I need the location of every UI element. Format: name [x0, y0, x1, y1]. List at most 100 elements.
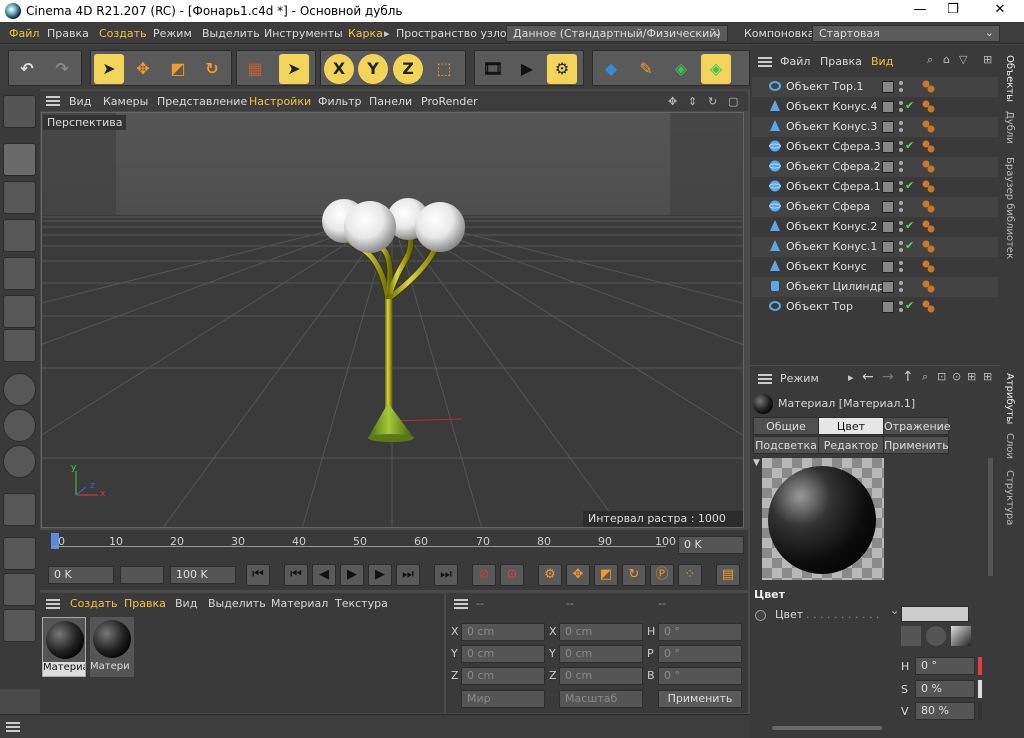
- workplane-icon[interactable]: [3, 537, 36, 570]
- subdivision-surface-icon[interactable]: ◈: [666, 54, 696, 84]
- go-to-end-icon[interactable]: ⏭: [434, 564, 458, 586]
- vp-menu-view[interactable]: Вид: [69, 95, 91, 108]
- material-tag-icon[interactable]: [922, 220, 936, 234]
- layer-checkbox[interactable]: [882, 141, 894, 153]
- maximize-view-icon[interactable]: ▢: [728, 95, 738, 108]
- coordinate-system-icon[interactable]: ⬚: [429, 54, 459, 84]
- new-panel-icon[interactable]: ⊞: [983, 53, 992, 66]
- vp-menu-options[interactable]: Настройки: [249, 95, 311, 108]
- visibility-dots-icon[interactable]: [898, 120, 904, 134]
- side-tab-takes[interactable]: Дубли: [1004, 111, 1015, 144]
- menu-tools[interactable]: Инструменты: [264, 27, 343, 40]
- material-tag-icon[interactable]: [922, 240, 936, 254]
- visibility-dots-icon[interactable]: [898, 260, 904, 274]
- lock-icon[interactable]: ⊡: [937, 370, 946, 383]
- forward-arrow-icon[interactable]: →: [882, 369, 894, 385]
- collapse-arrow-icon[interactable]: ▼: [753, 458, 760, 468]
- mat-menu-create[interactable]: Создать: [70, 597, 118, 610]
- visibility-dots-icon[interactable]: [898, 180, 904, 194]
- enabled-check-icon[interactable]: ✔: [905, 179, 914, 192]
- enabled-check-icon[interactable]: ✔: [905, 99, 914, 112]
- undo-icon[interactable]: ↶: [12, 54, 42, 84]
- quantize-icon[interactable]: [3, 445, 36, 478]
- end-frame-field[interactable]: 100 K: [170, 566, 236, 584]
- previous-key-icon[interactable]: ⏮: [284, 564, 308, 586]
- object-row[interactable]: Объект Конус.3: [752, 117, 998, 137]
- menu-more-arrow-icon[interactable]: ▸: [384, 27, 390, 40]
- history-icon[interactable]: ⊙: [952, 370, 961, 383]
- obj-menu-view[interactable]: Вид: [871, 55, 893, 68]
- search-icon[interactable]: ⌕: [927, 53, 933, 67]
- edges-mode-icon[interactable]: [3, 257, 36, 290]
- rotate-icon[interactable]: ↻: [197, 54, 227, 84]
- layout-select[interactable]: Стартовая ⌄: [812, 25, 1000, 42]
- layer-checkbox[interactable]: [882, 161, 894, 173]
- animate-param-icon[interactable]: [755, 610, 766, 621]
- maximize-button[interactable]: ❐: [938, 2, 968, 20]
- start-frame-field[interactable]: 0 K: [48, 566, 114, 584]
- visibility-dots-icon[interactable]: [898, 220, 904, 234]
- new-panel-icon[interactable]: ⊞: [983, 370, 992, 383]
- y-axis-button[interactable]: Y: [358, 54, 388, 84]
- perspective-viewport[interactable]: Перспектива Интервал растра : 1000 cm y …: [41, 112, 744, 528]
- rot-h-field[interactable]: 0 °: [658, 623, 742, 641]
- vp-menu-prorender[interactable]: ProRender: [421, 95, 478, 108]
- color-wheel-icon[interactable]: [901, 626, 921, 646]
- material-tag-icon[interactable]: [922, 160, 936, 174]
- close-button[interactable]: ✕: [985, 2, 1015, 20]
- chevron-right-icon[interactable]: ▸: [848, 371, 854, 384]
- psr-lock-icon[interactable]: ▦: [240, 54, 270, 84]
- minimize-button[interactable]: —: [905, 2, 935, 20]
- object-row[interactable]: Объект Цилиндр: [752, 277, 998, 297]
- vp-menu-filter[interactable]: Фильтр: [318, 95, 362, 108]
- layer-checkbox[interactable]: [882, 261, 894, 273]
- layer-checkbox[interactable]: [882, 301, 894, 313]
- enabled-check-icon[interactable]: ✔: [905, 239, 914, 252]
- tab-general[interactable]: Общие: [753, 417, 819, 435]
- size-mode-select[interactable]: Масштаб: [559, 690, 643, 708]
- chevron-down-icon[interactable]: ⌄: [890, 604, 899, 617]
- layer-checkbox[interactable]: [882, 241, 894, 253]
- material-tag-icon[interactable]: [922, 300, 936, 314]
- filter-icon[interactable]: ▽: [959, 53, 967, 66]
- z-axis-button[interactable]: Z: [393, 54, 423, 84]
- tab-color[interactable]: Цвет: [818, 417, 884, 435]
- object-row[interactable]: Объект Сфера.1 ✔: [752, 177, 998, 197]
- timeline-ruler[interactable]: 0 10 20 30 40 50 60 70 80 90 100 0 K: [40, 530, 748, 560]
- object-row[interactable]: Объект Сфера: [752, 197, 998, 217]
- hue-slider[interactable]: [978, 657, 982, 675]
- key-pla-icon[interactable]: ⁘: [678, 564, 702, 586]
- menu-select[interactable]: Выделить: [202, 27, 260, 40]
- autokey-icon[interactable]: ⊙: [500, 564, 524, 586]
- hamburger-icon[interactable]: [46, 599, 60, 609]
- back-arrow-icon[interactable]: ←: [862, 369, 874, 385]
- material-tag-icon[interactable]: [922, 260, 936, 274]
- node-space-select[interactable]: Данное (Стандартный/Физический) ⌄: [506, 25, 728, 42]
- render-to-picture-viewer-icon[interactable]: ▶: [512, 54, 542, 84]
- layer-checkbox[interactable]: [882, 281, 894, 293]
- frame-range-slider[interactable]: [120, 566, 164, 584]
- material-tag-icon[interactable]: [922, 80, 936, 94]
- layer-checkbox[interactable]: [882, 221, 894, 233]
- side-tab-layers[interactable]: Слои: [1004, 433, 1015, 459]
- key-position-icon[interactable]: ✥: [566, 564, 590, 586]
- pen-spline-icon[interactable]: ✎: [631, 54, 661, 84]
- menu-create[interactable]: Создать: [99, 27, 147, 40]
- array-icon[interactable]: ◈: [701, 54, 731, 84]
- move-icon[interactable]: ✥: [128, 54, 158, 84]
- side-tab-structure[interactable]: Структура: [1004, 470, 1015, 525]
- side-tab-attributes[interactable]: Атрибуты: [1004, 373, 1015, 424]
- visibility-dots-icon[interactable]: [898, 300, 904, 314]
- visibility-dots-icon[interactable]: [898, 200, 904, 214]
- pos-x-field[interactable]: 0 cm: [461, 623, 545, 641]
- tab-luminance[interactable]: Подсветка: [753, 436, 819, 454]
- mat-menu-edit[interactable]: Правка: [124, 597, 166, 610]
- value-slider[interactable]: [978, 702, 982, 720]
- object-row[interactable]: Объект Тор ✔: [752, 297, 998, 317]
- mat-menu-select[interactable]: Выделить: [208, 597, 266, 610]
- scale-icon[interactable]: ◩: [163, 54, 193, 84]
- snap-settings-icon[interactable]: [3, 409, 36, 442]
- material-tag-icon[interactable]: [922, 140, 936, 154]
- visibility-dots-icon[interactable]: [898, 160, 904, 174]
- layer-checkbox[interactable]: [882, 201, 894, 213]
